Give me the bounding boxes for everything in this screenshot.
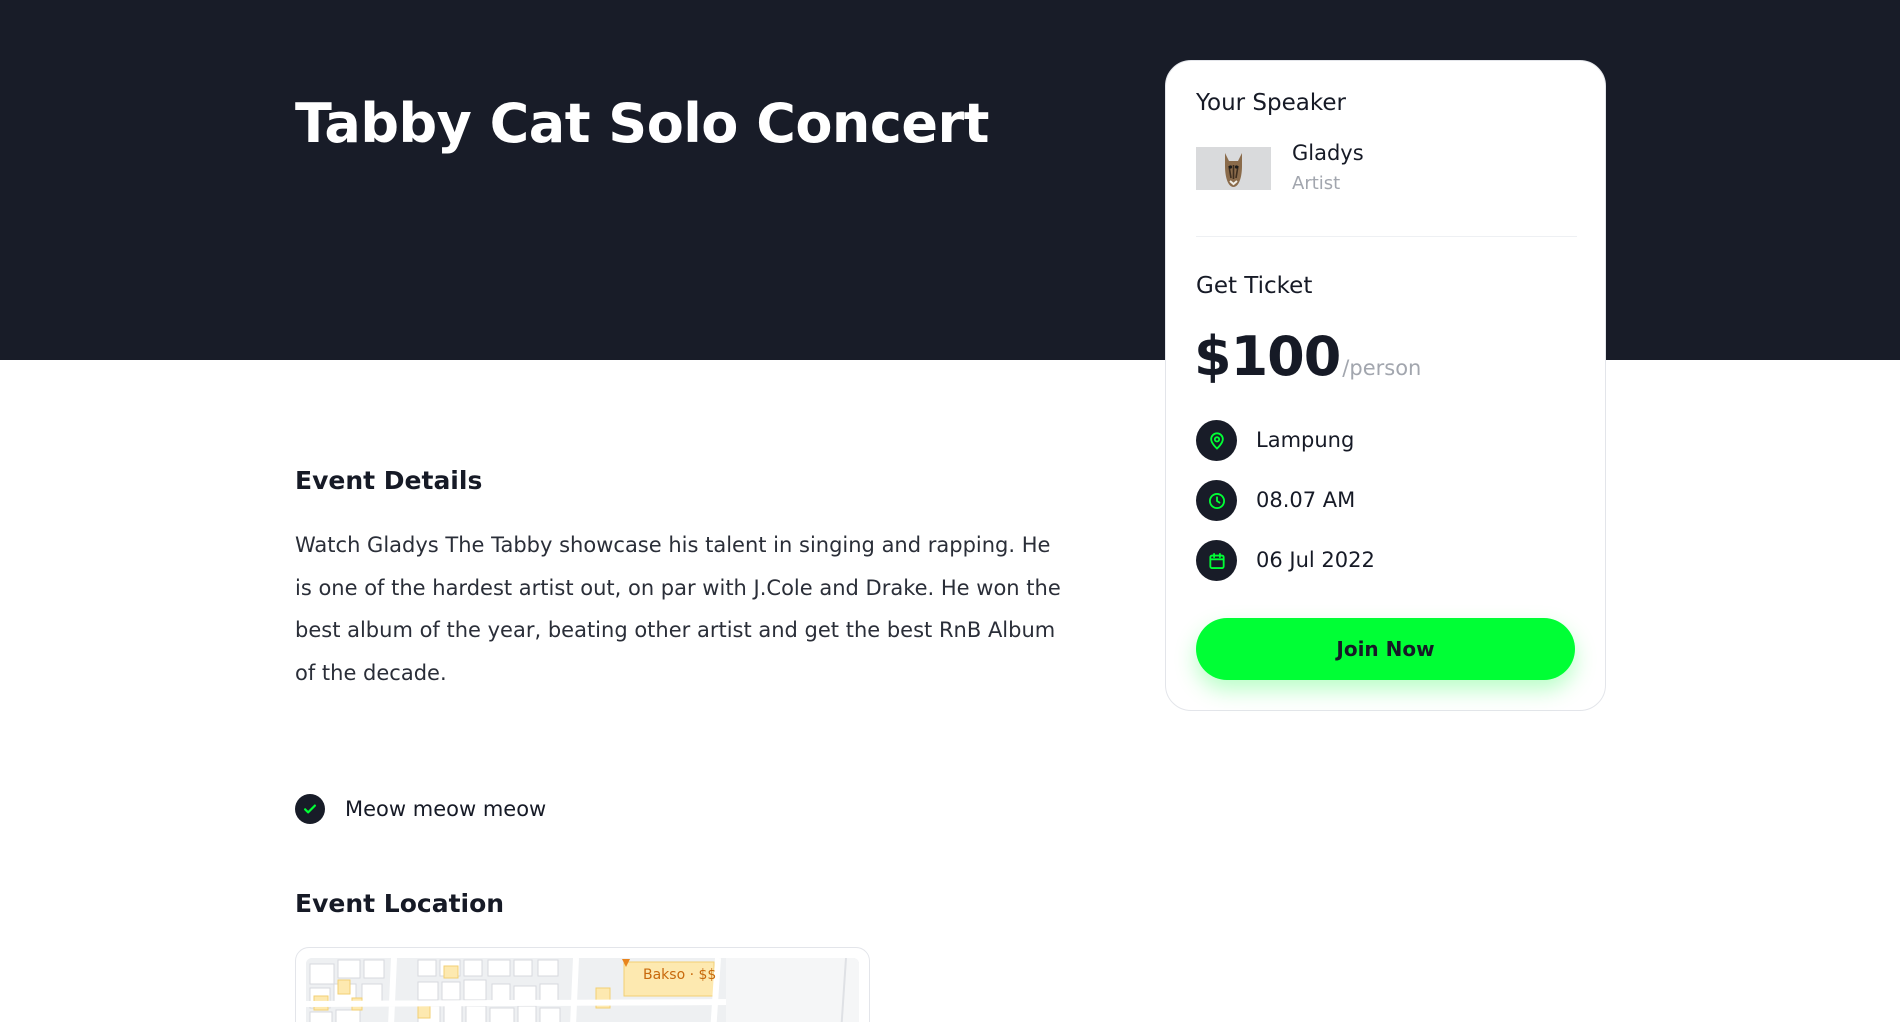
speaker-name: Gladys xyxy=(1292,141,1364,165)
highlight-text: Meow meow meow xyxy=(345,797,547,821)
event-date: 06 Jul 2022 xyxy=(1256,548,1375,572)
map-place-label[interactable]: Bakso · $$ xyxy=(643,967,716,983)
clock-icon xyxy=(1196,480,1237,521)
check-icon xyxy=(295,794,325,824)
event-location-heading: Event Location xyxy=(295,889,505,918)
speaker-avatar xyxy=(1196,147,1271,190)
event-details-heading: Event Details xyxy=(295,466,483,495)
speaker-role: Artist xyxy=(1292,173,1341,194)
speaker-photo xyxy=(1196,147,1271,190)
event-hero: Tabby Cat Solo Concert xyxy=(0,0,1900,360)
location-map[interactable]: Bakso · $$ xyxy=(295,947,870,1022)
map-pin-icon xyxy=(1196,420,1237,461)
ticket-heading: Get Ticket xyxy=(1196,273,1313,299)
highlight-item: Meow meow meow xyxy=(295,794,795,824)
event-date-row: 06 Jul 2022 xyxy=(1196,540,1576,582)
join-now-button[interactable]: Join Now xyxy=(1196,618,1575,680)
event-description: Watch Gladys The Tabby showcase his tale… xyxy=(295,533,1061,685)
event-location: Lampung xyxy=(1256,428,1355,452)
calendar-icon xyxy=(1196,540,1237,581)
price-value: $100 xyxy=(1194,325,1341,388)
map-streets xyxy=(306,958,859,1022)
event-time-row: 08.07 AM xyxy=(1196,480,1576,522)
price-unit: /person xyxy=(1342,356,1422,380)
event-title: Tabby Cat Solo Concert xyxy=(295,92,989,155)
speaker-heading: Your Speaker xyxy=(1196,90,1346,116)
event-time: 08.07 AM xyxy=(1256,488,1356,512)
map-canvas[interactable]: Bakso · $$ xyxy=(306,958,859,1022)
ticket-price: $100/person xyxy=(1194,325,1421,388)
card-divider xyxy=(1196,236,1577,237)
event-location-row: Lampung xyxy=(1196,420,1576,462)
speaker-ticket-card: Your Speaker Gladys Artist Get Ticket $1… xyxy=(1165,60,1606,711)
